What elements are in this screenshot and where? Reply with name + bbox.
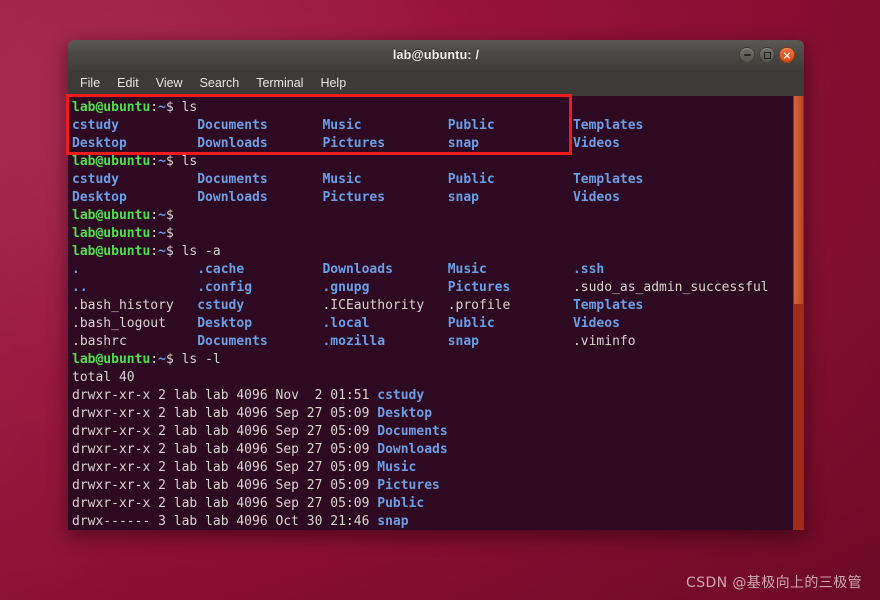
terminal-scrollbar-thumb[interactable] [794, 96, 803, 304]
close-button[interactable]: × [779, 47, 795, 63]
terminal-longlist-row: drwxr-xr-x 2 lab lab 4096 Sep 27 05:09 D… [72, 424, 448, 439]
terminal-longlist-row: drwxr-xr-x 2 lab lab 4096 Sep 27 05:09 D… [72, 442, 448, 457]
terminal-longlist-row: drwxr-xr-x 2 lab lab 4096 Sep 27 05:09 P… [72, 496, 425, 511]
maximize-icon [763, 51, 771, 59]
terminal-listing-line: cstudy Documents Music Public Templates [72, 118, 644, 133]
terminal-listing-line: .. .config .gnupg Pictures .sudo_as_admi… [72, 280, 769, 295]
close-icon: × [782, 48, 792, 62]
minimize-button[interactable] [739, 47, 755, 63]
terminal-longlist-row: drwxr-xr-x 2 lab lab 4096 Sep 27 05:09 M… [72, 460, 417, 475]
terminal-longlist-row: drwxr-xr-x 2 lab lab 4096 Sep 27 05:09 P… [72, 478, 440, 493]
terminal-text: lab@ubuntu:~$ ls cstudy Documents Music P… [72, 99, 769, 530]
terminal-prompt-line: lab@ubuntu:~$ ls -a [72, 244, 221, 259]
terminal-output-area[interactable]: lab@ubuntu:~$ ls cstudy Documents Music P… [68, 96, 804, 530]
menu-item-view[interactable]: View [156, 76, 183, 90]
terminal-plain-line: total 40 [72, 370, 135, 385]
terminal-prompt-line: lab@ubuntu:~$ ls [72, 154, 198, 169]
terminal-longlist-row: drwxr-xr-x 2 lab lab 4096 Sep 27 05:09 D… [72, 406, 433, 421]
terminal-prompt-line: lab@ubuntu:~$ ls -l [72, 352, 221, 367]
terminal-listing-line: .bashrc Documents .mozilla snap .viminfo [72, 334, 636, 349]
window-title: lab@ubuntu: / [392, 48, 480, 62]
menu-bar[interactable]: File Edit View Search Terminal Help [68, 70, 804, 96]
terminal-longlist-row: drwx------ 3 lab lab 4096 Oct 30 21:46 s… [72, 514, 409, 529]
terminal-scrollbar[interactable] [793, 96, 804, 530]
terminal-listing-line: . .cache Downloads Music .ssh [72, 262, 605, 277]
terminal-longlist-row: drwxr-xr-x 2 lab lab 4096 Nov 2 01:51 cs… [72, 388, 425, 403]
menu-item-edit[interactable]: Edit [117, 76, 139, 90]
terminal-listing-line: .bash_logout Desktop .local Public Video… [72, 316, 620, 331]
menu-item-help[interactable]: Help [320, 76, 346, 90]
window-controls: × [739, 47, 795, 63]
terminal-prompt-line: lab@ubuntu:~$ ls [72, 100, 198, 115]
maximize-button[interactable] [759, 47, 775, 63]
terminal-window[interactable]: lab@ubuntu: / × File Edit View Search Te… [68, 40, 804, 530]
terminal-prompt-line: lab@ubuntu:~$ [72, 208, 174, 223]
terminal-listing-line: .bash_history cstudy .ICEauthority .prof… [72, 298, 644, 313]
terminal-listing-line: Desktop Downloads Pictures snap Videos [72, 190, 620, 205]
minimize-icon [743, 54, 751, 56]
menu-item-terminal[interactable]: Terminal [256, 76, 303, 90]
menu-item-search[interactable]: Search [200, 76, 240, 90]
terminal-prompt-line: lab@ubuntu:~$ [72, 226, 174, 241]
terminal-listing-line: cstudy Documents Music Public Templates [72, 172, 644, 187]
menu-item-file[interactable]: File [80, 76, 100, 90]
terminal-listing-line: Desktop Downloads Pictures snap Videos [72, 136, 620, 151]
watermark-text: CSDN @基极向上的三极管 [686, 575, 862, 591]
window-titlebar[interactable]: lab@ubuntu: / × [68, 40, 804, 70]
